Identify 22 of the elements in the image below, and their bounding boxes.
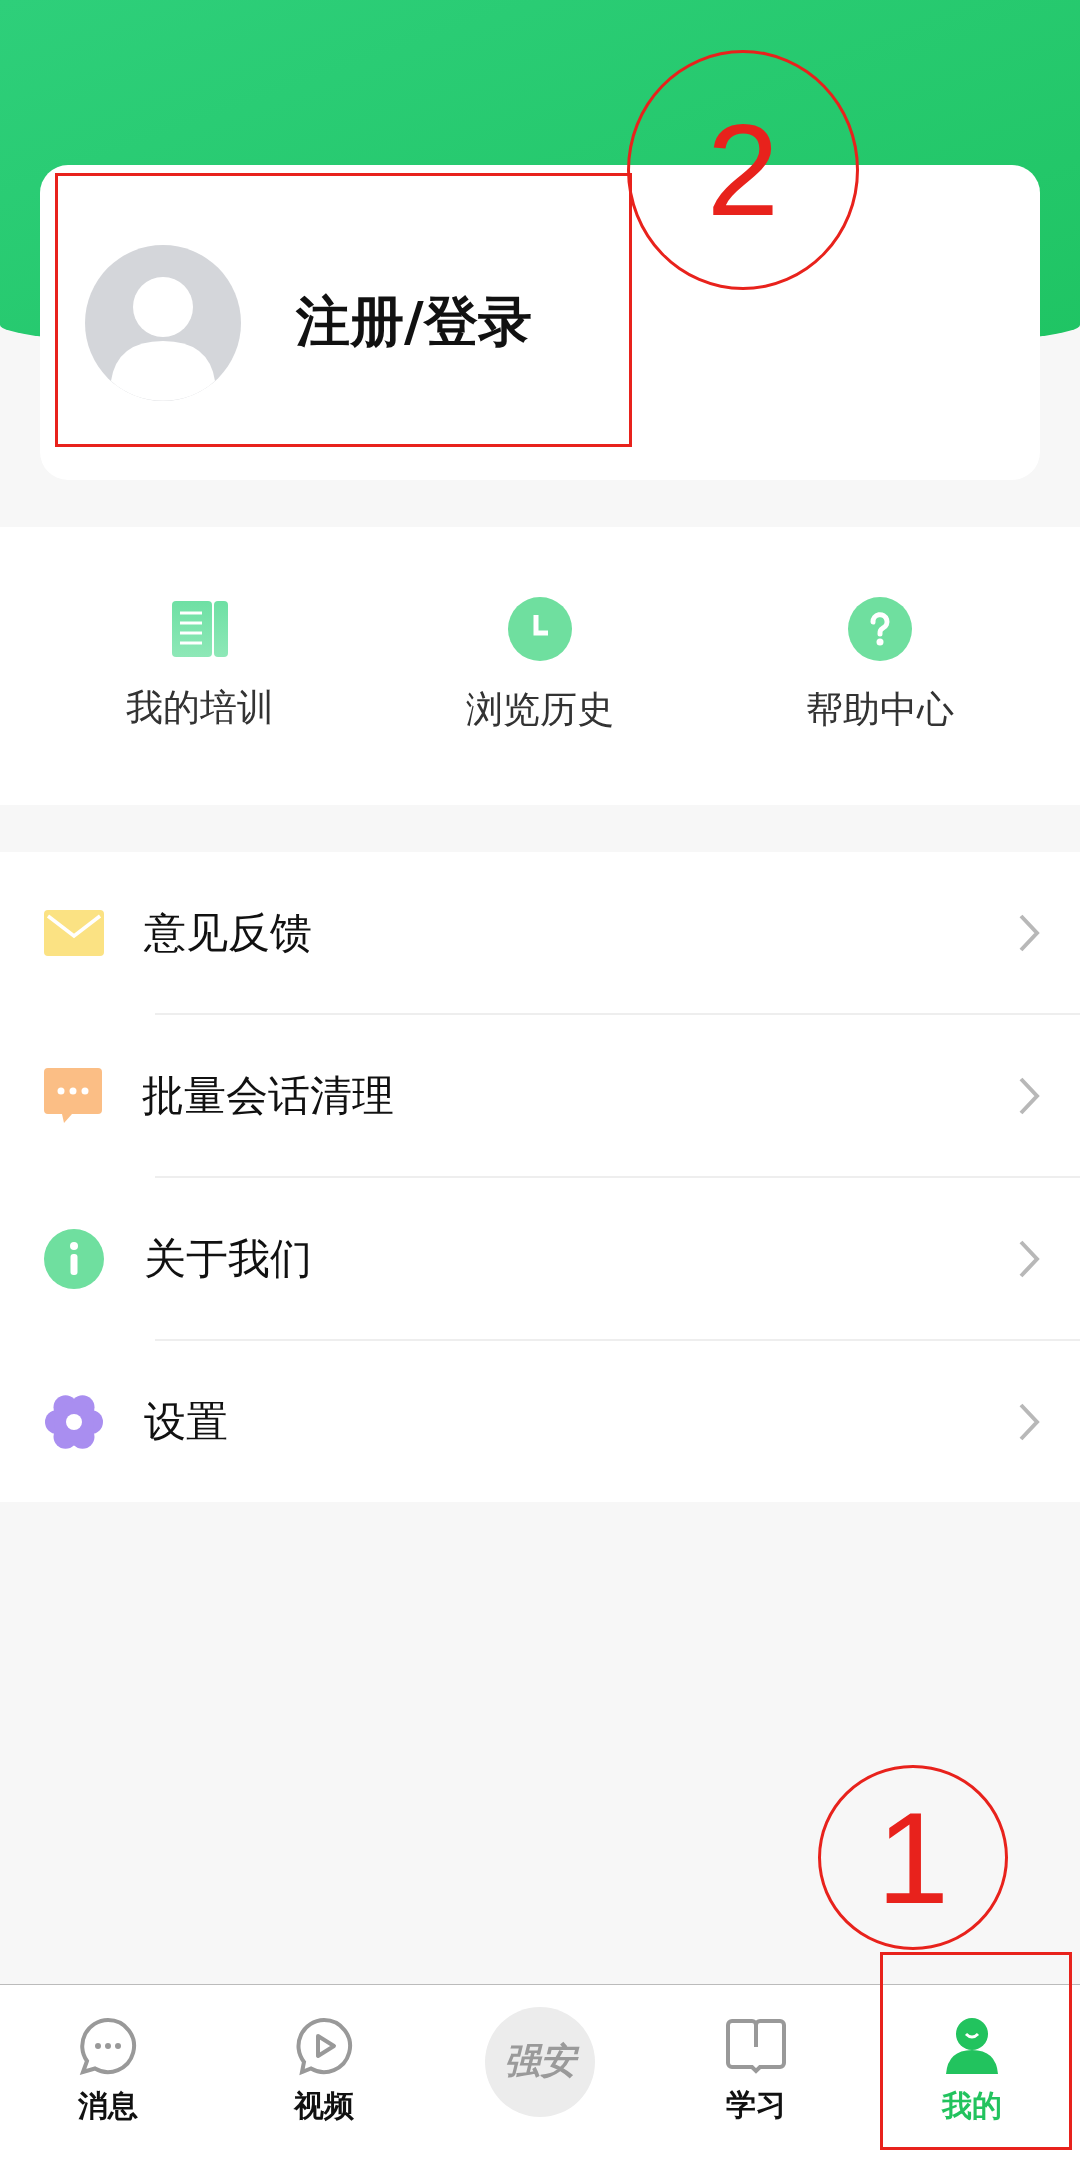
tab-item[interactable]: 消息: [0, 1985, 216, 2158]
book-icon: [172, 599, 228, 659]
shortcut-item[interactable]: 浏览历史: [370, 527, 710, 805]
shortcut-item[interactable]: 帮助中心: [710, 527, 1050, 805]
chevron-icon: [1018, 1401, 1040, 1442]
play-icon: [294, 2016, 354, 2076]
annotation-circle: 1: [818, 1765, 1008, 1950]
info-icon: [44, 1228, 104, 1289]
login-link[interactable]: 注册/登录: [296, 286, 532, 359]
chat-icon: [78, 2016, 138, 2076]
chevron-icon: [1018, 1075, 1040, 1116]
shortcut-item[interactable]: 我的培训: [30, 527, 370, 805]
avatar-icon: [85, 244, 241, 401]
chevron-icon: [1018, 912, 1040, 953]
chat-icon: [44, 1067, 102, 1124]
tab-item[interactable]: 学习: [648, 1985, 864, 2158]
help-icon: [848, 597, 912, 661]
tab-item[interactable]: 视频: [216, 1985, 432, 2158]
envelope-icon: [44, 909, 104, 956]
book-icon: [726, 2017, 786, 2075]
chevron-icon: [1018, 1238, 1040, 1279]
clock-icon: [508, 597, 572, 661]
